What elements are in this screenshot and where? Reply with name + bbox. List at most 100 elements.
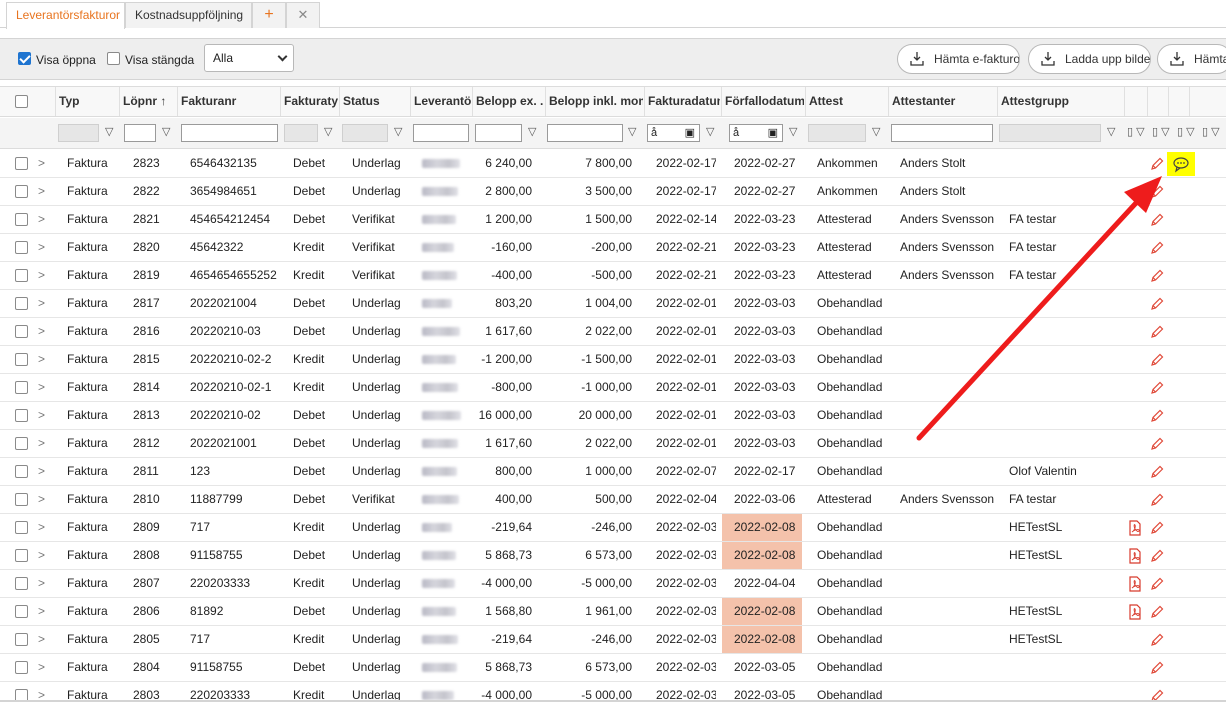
table-row[interactable]: > Faktura 2808 91158755 Debet Underlag 5 868,7… [0,542,1226,570]
fetch-more-button[interactable]: Hämta f [1157,44,1226,74]
expand-chevron-icon[interactable]: > [38,430,45,457]
expand-chevron-icon[interactable]: > [38,514,45,541]
row-checkbox[interactable] [15,605,28,618]
filter-typ[interactable] [58,124,99,142]
pencil-icon[interactable] [1149,380,1165,399]
pencil-icon[interactable] [1149,268,1165,287]
filter-icon[interactable]: ▽ [628,125,636,138]
tab-leverantorsfakturor[interactable]: Leverantörsfakturor [6,2,125,29]
expand-chevron-icon[interactable]: > [38,290,45,317]
row-checkbox[interactable] [15,465,28,478]
expand-chevron-icon[interactable]: > [38,654,45,681]
col-fakturanr[interactable]: Fakturanr [177,87,279,116]
row-checkbox[interactable] [15,353,28,366]
pencil-icon[interactable] [1149,576,1165,595]
filter-icon[interactable]: ▯ ▽ [1202,125,1220,138]
upload-images-button[interactable]: Ladda upp bilder [1028,44,1151,74]
col-status[interactable]: Status [339,87,409,116]
filter-belopp-ex[interactable] [475,124,522,142]
col-belopp-inkl[interactable]: Belopp inkl. moms [545,87,643,116]
filter-leverantor[interactable] [413,124,469,142]
expand-chevron-icon[interactable]: > [38,234,45,261]
comment-icon[interactable] [1167,152,1195,176]
pencil-icon[interactable] [1149,296,1165,315]
filter-icon[interactable]: ▽ [324,125,332,138]
expand-chevron-icon[interactable]: > [38,262,45,289]
pdf-icon[interactable] [1128,576,1142,595]
pencil-icon[interactable] [1149,436,1165,455]
row-checkbox[interactable] [15,157,28,170]
row-checkbox[interactable] [15,661,28,674]
filter-icon[interactable]: ▽ [105,125,113,138]
filter-icon[interactable]: ▽ [789,125,797,138]
filter-icon[interactable]: ▯ ▽ [1127,125,1145,138]
row-checkbox[interactable] [15,213,28,226]
filter-icon[interactable]: ▽ [872,125,880,138]
pdf-icon[interactable] [1128,604,1142,623]
row-checkbox[interactable] [15,437,28,450]
filter-attestanter[interactable] [891,124,993,142]
pencil-icon[interactable] [1149,632,1165,651]
filter-attest[interactable] [808,124,866,142]
col-fakturatyp[interactable]: Fakturatyp [280,87,338,116]
filter-fakturadatum[interactable]: å ▣ [647,124,700,142]
col-attestanter[interactable]: Attestanter [888,87,996,116]
filter-icon[interactable]: ▽ [162,125,170,138]
row-checkbox[interactable] [15,409,28,422]
row-checkbox[interactable] [15,269,28,282]
row-checkbox[interactable] [15,185,28,198]
expand-chevron-icon[interactable]: > [38,570,45,597]
row-checkbox[interactable] [15,521,28,534]
pencil-icon[interactable] [1149,240,1165,259]
pdf-icon[interactable] [1128,548,1142,567]
table-row[interactable]: > Faktura 2815 20220210-02-2 Kredit Underlag -… [0,346,1226,374]
col-forfallodatum[interactable]: Förfallodatum [721,87,804,116]
pdf-icon[interactable] [1128,520,1142,539]
add-tab-icon[interactable]: + [252,2,286,28]
pencil-icon[interactable] [1149,352,1165,371]
expand-chevron-icon[interactable]: > [38,542,45,569]
table-row[interactable]: > Faktura 2817 2022021004 Debet Underlag 803,2… [0,290,1226,318]
table-row[interactable]: > Faktura 2812 2022021001 Debet Underlag 1 617… [0,430,1226,458]
pencil-icon[interactable] [1149,464,1165,483]
table-row[interactable]: > Faktura 2814 20220210-02-1 Kredit Underlag -… [0,374,1226,402]
expand-chevron-icon[interactable]: > [38,346,45,373]
col-typ[interactable]: Typ [55,87,118,116]
row-checkbox[interactable] [15,633,28,646]
col-lopnr[interactable]: Löpnr ↑ [119,87,176,116]
col-fakturadatum[interactable]: Fakturadatum [644,87,720,116]
pencil-icon[interactable] [1149,324,1165,343]
pencil-icon[interactable] [1149,408,1165,427]
pencil-icon[interactable] [1149,156,1165,175]
pencil-icon[interactable] [1149,604,1165,623]
filter-icon[interactable]: ▽ [394,125,402,138]
table-row[interactable]: > Faktura 2809 717 Kredit Underlag -219,64 -246… [0,514,1226,542]
expand-chevron-icon[interactable]: > [38,626,45,653]
status-filter-select[interactable]: Alla [204,44,294,72]
expand-chevron-icon[interactable]: > [38,486,45,513]
table-row[interactable]: > Faktura 2823 6546432135 Debet Underlag 6 240… [0,150,1226,178]
col-belopp-ex[interactable]: Belopp ex. ... [472,87,544,116]
row-checkbox[interactable] [15,549,28,562]
pencil-icon[interactable] [1149,520,1165,539]
table-row[interactable]: > Faktura 2813 20220210-02 Debet Underlag 16 0… [0,402,1226,430]
col-attest[interactable]: Attest [805,87,887,116]
filter-icon[interactable]: ▯ ▽ [1152,125,1170,138]
expand-chevron-icon[interactable]: > [38,458,45,485]
row-checkbox[interactable] [15,297,28,310]
table-row[interactable]: > Faktura 2805 717 Kredit Underlag -219,64 -246… [0,626,1226,654]
table-row[interactable]: > Faktura 2807 220203333 Kredit Underlag -4 00… [0,570,1226,598]
tab-kostnadsuppfoljning[interactable]: Kostnadsuppföljning [125,2,252,28]
expand-chevron-icon[interactable]: > [38,318,45,345]
filter-attestgrupp[interactable] [999,124,1101,142]
row-checkbox[interactable] [15,325,28,338]
filter-icon[interactable]: ▯ ▽ [1177,125,1195,138]
expand-chevron-icon[interactable]: > [38,598,45,625]
row-checkbox[interactable] [15,381,28,394]
pencil-icon[interactable] [1149,492,1165,511]
col-attestgrupp[interactable]: Attestgrupp [997,87,1123,116]
filter-icon[interactable]: ▽ [528,125,536,138]
pencil-icon[interactable] [1149,184,1165,203]
filter-fakturatyp[interactable] [284,124,318,142]
expand-chevron-icon[interactable]: > [38,178,45,205]
